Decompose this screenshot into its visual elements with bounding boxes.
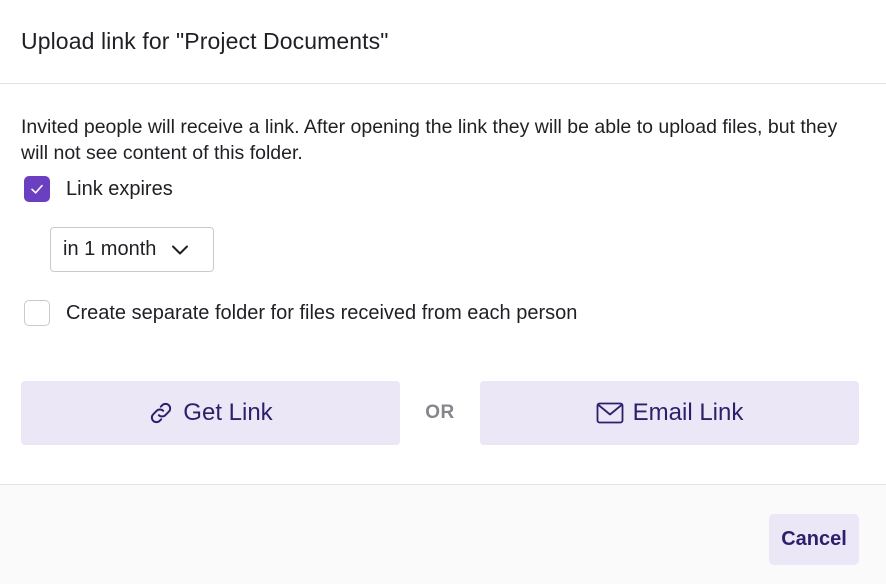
email-link-button[interactable]: Email Link <box>480 381 859 445</box>
dialog-body: Invited people will receive a link. Afte… <box>0 84 886 445</box>
link-actions: Get Link OR Email Link <box>21 381 865 445</box>
dialog-description: Invited people will receive a link. Afte… <box>21 116 838 164</box>
separate-folder-checkbox[interactable] <box>24 300 50 326</box>
chevron-down-icon <box>171 244 189 256</box>
link-expires-label: Link expires <box>66 177 173 200</box>
upload-link-dialog: Upload link for "Project Documents" Invi… <box>0 0 886 584</box>
email-link-label: Email Link <box>632 399 744 426</box>
link-expires-option[interactable]: Link expires <box>21 174 865 204</box>
expiry-select-value: in 1 month <box>63 238 157 260</box>
envelope-icon <box>596 402 624 424</box>
separate-folder-option[interactable]: Create separate folder for files receive… <box>21 298 865 328</box>
get-link-button[interactable]: Get Link <box>21 381 400 445</box>
dialog-header: Upload link for "Project Documents" <box>0 0 886 84</box>
separate-folder-label: Create separate folder for files receive… <box>66 301 578 324</box>
or-separator: OR <box>425 402 455 423</box>
dialog-title: Upload link for "Project Documents" <box>21 28 389 54</box>
link-icon <box>148 400 174 426</box>
dialog-footer: Cancel <box>0 484 886 584</box>
link-expires-checkbox[interactable] <box>24 176 50 202</box>
get-link-label: Get Link <box>183 399 273 426</box>
expiry-select[interactable]: in 1 month <box>50 227 214 272</box>
checkmark-icon <box>31 184 43 194</box>
cancel-button[interactable]: Cancel <box>769 514 859 565</box>
